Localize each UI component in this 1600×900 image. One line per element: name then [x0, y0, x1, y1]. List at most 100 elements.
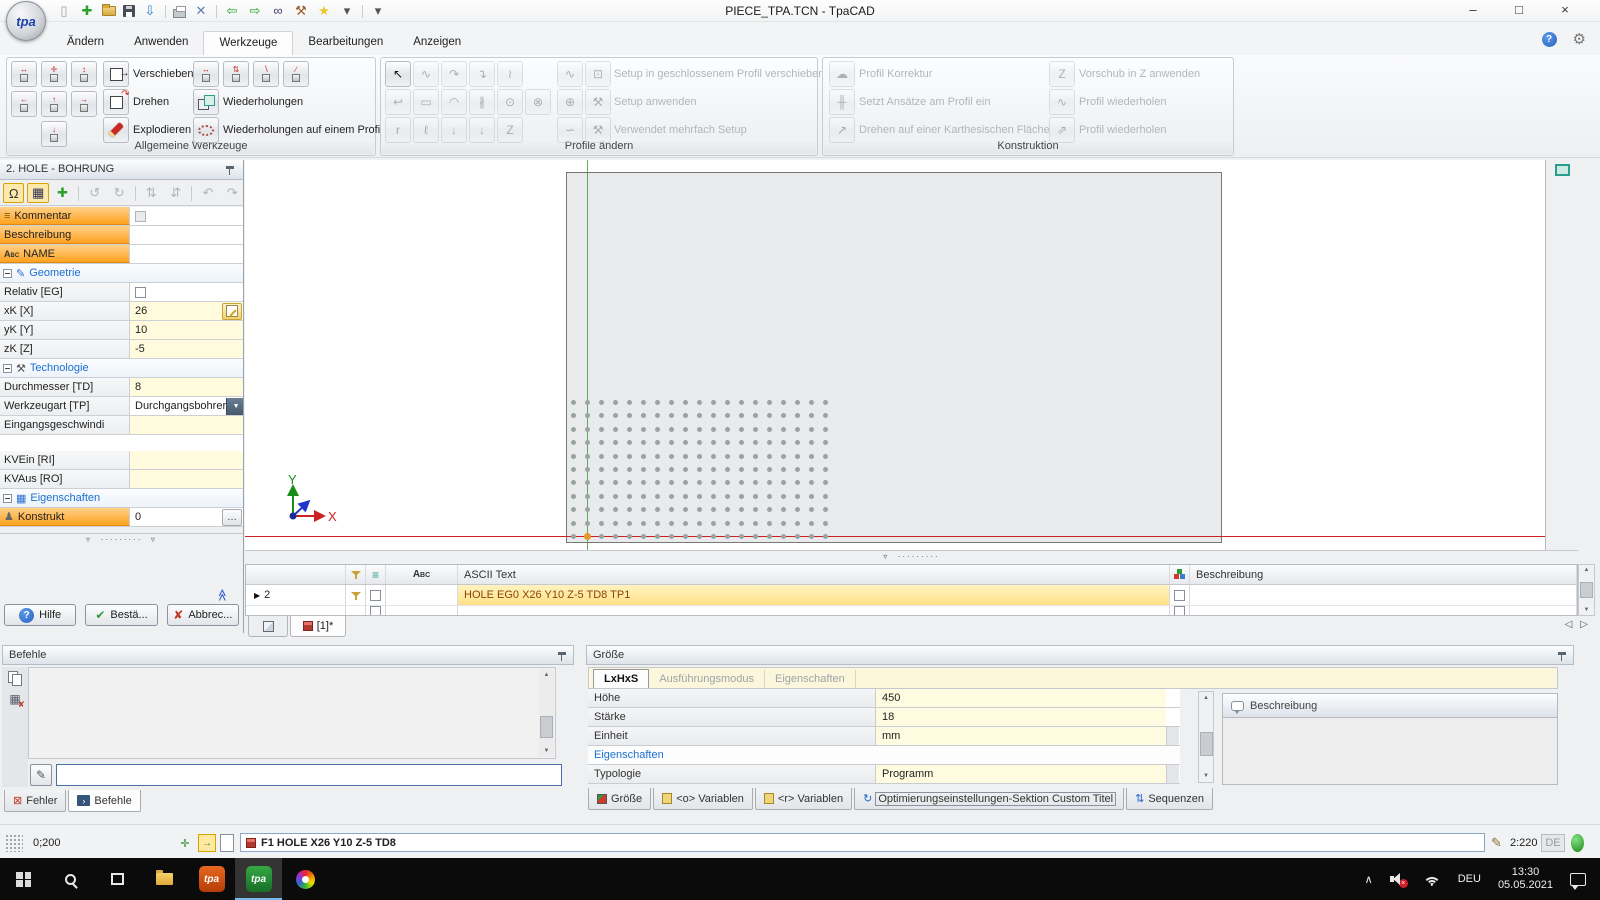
row-properties-checkbox[interactable]: [1174, 606, 1185, 616]
workpiece-face[interactable]: [566, 172, 1222, 543]
delete-icon[interactable]: ✕: [193, 3, 209, 19]
cell-button[interactable]: [1166, 765, 1179, 783]
property-checkbox[interactable]: [135, 211, 146, 222]
tab-r-variablen[interactable]: <r> Variablen: [755, 788, 852, 810]
parametric-icon[interactable]: Ω: [3, 183, 24, 203]
collapse-box-icon[interactable]: [3, 269, 12, 278]
add-node-icon[interactable]: ✚: [52, 183, 73, 203]
bestaetigen-button[interactable]: ✔Bestä...: [85, 604, 157, 626]
size-value[interactable]: mm: [876, 727, 1166, 745]
menu-tab-werkzeuge[interactable]: Werkzeuge: [203, 31, 293, 55]
property-value[interactable]: [130, 416, 243, 434]
property-value[interactable]: -5: [130, 340, 243, 358]
keyboard-language[interactable]: DEU: [1458, 873, 1481, 885]
clock[interactable]: 13:30 05.05.2021: [1498, 866, 1553, 892]
tab-befehle[interactable]: ›Befehle: [68, 790, 140, 812]
row-beschreibung[interactable]: Beschreibung: [0, 226, 243, 245]
mirror-x-tool[interactable]: ↔: [193, 61, 219, 87]
align-bottom-tool[interactable]: ↓: [41, 121, 67, 147]
sort-down-icon[interactable]: ⇵: [165, 183, 186, 203]
collapse-box-icon[interactable]: [3, 494, 12, 503]
tab-optimierung[interactable]: ↻Optimierungseinstellungen-Sektion Custo…: [854, 788, 1124, 810]
tpa-orange-app[interactable]: tpa: [188, 858, 235, 900]
row-eingangsgeschwindigkeit[interactable]: Eingangsgeschwindi: [0, 416, 243, 435]
edit-value-button[interactable]: [222, 303, 242, 320]
start-button[interactable]: [0, 858, 47, 900]
menu-tab-anwenden[interactable]: Anwenden: [119, 31, 203, 55]
row-properties-checkbox[interactable]: [1174, 590, 1185, 601]
scrollbar-thumb[interactable]: [1200, 732, 1213, 756]
row-number-column-header[interactable]: [246, 565, 346, 584]
center-x-tool[interactable]: ↔: [11, 61, 37, 87]
row-checkbox[interactable]: [370, 590, 381, 601]
menu-tab-anzeigen[interactable]: Anzeigen: [398, 31, 476, 55]
table-delete-icon[interactable]: ▦: [9, 692, 20, 706]
menu-tab-ändern[interactable]: Ändern: [52, 31, 119, 55]
align-top-tool[interactable]: ↑: [41, 91, 67, 117]
zoom-extents-icon[interactable]: ✛: [176, 834, 194, 852]
add-icon[interactable]: ✚: [79, 3, 95, 19]
close-button[interactable]: ×: [1542, 0, 1588, 22]
scroll-up-icon[interactable]: ▲: [544, 671, 550, 679]
center-y-tool[interactable]: ↕: [71, 61, 97, 87]
explodieren-button[interactable]: [103, 117, 129, 143]
property-value[interactable]: Durchgangsbohrer▼: [130, 397, 243, 415]
scrollbar-thumb[interactable]: [1580, 582, 1593, 598]
collapse-box-icon[interactable]: [3, 364, 12, 373]
comment-column-header[interactable]: ≡: [366, 565, 386, 584]
row-kvein[interactable]: KVEin [RI]: [0, 451, 243, 470]
tpa-green-app[interactable]: tpa: [235, 858, 282, 900]
property-value[interactable]: [130, 470, 243, 488]
row-hoehe[interactable]: Höhe450: [588, 689, 1180, 708]
section-eigenschaften[interactable]: ▦Eigenschaften: [0, 489, 243, 508]
property-value[interactable]: [130, 245, 243, 263]
fit-view-icon[interactable]: →: [198, 834, 216, 852]
cell-button[interactable]: [1166, 727, 1179, 745]
search-button[interactable]: [47, 858, 94, 900]
import-icon[interactable]: ⇩: [142, 3, 158, 19]
menu-tab-bearbeitungen[interactable]: Bearbeitungen: [293, 31, 398, 55]
page-icon[interactable]: [220, 834, 234, 852]
profile-tool-icon[interactable]: ↖: [385, 61, 411, 87]
scrollbar-thumb[interactable]: [540, 716, 553, 738]
filter-column-header[interactable]: [346, 565, 366, 584]
property-value[interactable]: [130, 283, 243, 301]
row-name[interactable]: AbcNAME: [0, 245, 243, 264]
mirror-diag1-tool[interactable]: ∖: [253, 61, 279, 87]
save-icon[interactable]: [123, 5, 135, 17]
help-icon[interactable]: ?: [1542, 32, 1557, 47]
horizontal-splitter[interactable]: ▿ ·········: [245, 550, 1578, 564]
size-value[interactable]: 18: [876, 708, 1166, 726]
dropdown-arrow-icon[interactable]: ▼: [226, 398, 243, 415]
view-tab-piece[interactable]: [248, 616, 288, 637]
task-view-button[interactable]: [94, 858, 141, 900]
scroll-down-icon[interactable]: ▼: [1584, 606, 1590, 614]
section-geometrie[interactable]: ✎Geometrie: [0, 264, 243, 283]
action-center-icon[interactable]: [1570, 873, 1586, 886]
drehen-button[interactable]: [103, 89, 129, 115]
redo-icon[interactable]: ⇨: [247, 3, 263, 19]
more-options-button[interactable]: …: [222, 509, 242, 526]
collapse-panel-icon[interactable]: ≪: [216, 589, 230, 602]
row-xk[interactable]: xK [X]26: [0, 302, 243, 321]
view-tab-face-1[interactable]: [1]*: [290, 616, 346, 637]
table-vertical-scrollbar[interactable]: ▲ ▼: [1578, 564, 1595, 616]
tray-expand-icon[interactable]: ∧: [1365, 873, 1373, 886]
tab-groesse[interactable]: Größe: [588, 788, 651, 810]
command-edit-button[interactable]: ✎: [30, 764, 52, 786]
explorer-button[interactable]: [141, 858, 188, 900]
row-zk[interactable]: zK [Z]-5: [0, 340, 243, 359]
row-checkbox[interactable]: [370, 606, 381, 616]
property-value[interactable]: 26: [130, 302, 243, 320]
program-row-selected[interactable]: ▶2 HOLE EG0 X26 Y10 Z-5 TD8 TP1: [246, 585, 1577, 605]
befehle-list[interactable]: ▲ ▼: [28, 667, 556, 759]
tab-fehler[interactable]: ⊠Fehler: [4, 790, 66, 812]
section-eigenschaften[interactable]: Eigenschaften: [588, 746, 1180, 765]
size-value[interactable]: 450: [876, 689, 1166, 707]
scroll-left-icon[interactable]: ◁: [1565, 619, 1573, 630]
align-left-tool[interactable]: ←: [11, 91, 37, 117]
property-value[interactable]: [130, 207, 243, 225]
pin-icon[interactable]: [557, 650, 567, 662]
groesse-tab-eigenschaften[interactable]: Eigenschaften: [765, 670, 856, 688]
rotate-right-icon[interactable]: ↻: [108, 183, 129, 203]
